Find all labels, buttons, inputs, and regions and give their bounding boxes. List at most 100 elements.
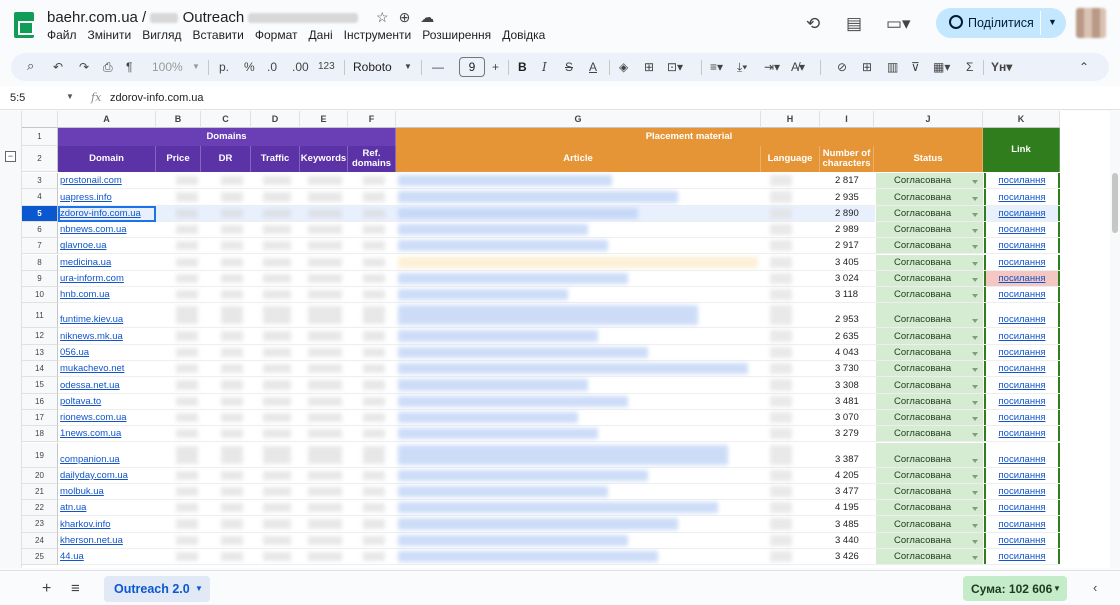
status-dropdown[interactable]: Согласована — [875, 483, 983, 500]
domain-link[interactable]: 056.ua — [58, 345, 156, 360]
chevron-down-icon[interactable]: ▼ — [195, 584, 203, 593]
chevron-down-icon[interactable] — [972, 245, 978, 250]
all-sheets-icon[interactable]: ≡ — [71, 580, 80, 597]
row-header[interactable]: 14 — [22, 361, 58, 378]
formula-input[interactable]: zdorov-info.com.ua — [110, 92, 204, 104]
text-rotation-icon[interactable]: A̸▾ — [791, 60, 805, 74]
font-select[interactable]: Roboto — [353, 60, 392, 74]
column-header[interactable]: K — [983, 111, 1060, 128]
name-box[interactable]: 5:5 — [10, 92, 25, 104]
decrease-decimal-button[interactable]: .0 — [267, 60, 277, 74]
traffic-header[interactable]: Traffic — [251, 146, 300, 172]
article-link[interactable]: посилання — [984, 287, 1060, 303]
chevron-down-icon[interactable]: ▼ — [404, 62, 412, 71]
row-header[interactable]: 21 — [22, 483, 58, 501]
row-header[interactable]: 8 — [22, 254, 58, 271]
row-header[interactable]: 20 — [22, 467, 58, 484]
chevron-down-icon[interactable] — [972, 351, 978, 356]
borders-icon[interactable]: ⊞ — [644, 60, 654, 74]
sheet-tab[interactable]: Outreach 2.0 ▼ — [104, 576, 210, 602]
insert-comment-icon[interactable]: ⊞ — [862, 60, 872, 74]
status-dropdown[interactable]: Согласована — [875, 409, 983, 426]
merge-cells-icon[interactable]: ⊡▾ — [667, 60, 683, 74]
increase-font-size-icon[interactable]: + — [492, 60, 499, 74]
row-header[interactable]: 6 — [22, 221, 58, 239]
domain-link[interactable]: kharkov.info — [58, 516, 156, 531]
paint-format-icon[interactable]: ¶ — [126, 60, 132, 74]
domain-link[interactable]: molbuk.ua — [58, 484, 156, 499]
domain-link[interactable]: funtime.kiev.ua — [58, 303, 156, 327]
row-header[interactable]: 7 — [22, 238, 58, 255]
spreadsheet-grid[interactable]: − ABCDEFGHIJK 1 2 Domains Placement mate… — [0, 111, 1110, 568]
domain-link[interactable]: atn.ua — [58, 500, 156, 515]
comments-icon[interactable]: ▤ — [846, 14, 862, 34]
column-header[interactable]: D — [251, 111, 300, 128]
dr-header[interactable]: DR — [201, 146, 251, 172]
italic-icon[interactable]: I — [542, 60, 547, 74]
article-link[interactable]: посилання — [984, 238, 1060, 254]
cloud-icon[interactable]: ☁ — [420, 9, 444, 25]
chevron-down-icon[interactable]: ▼ — [66, 92, 74, 101]
row-header[interactable]: 24 — [22, 532, 58, 549]
chevron-down-icon[interactable]: ▼ — [192, 62, 200, 71]
row-header[interactable]: 16 — [22, 393, 58, 410]
article-link[interactable]: посилання — [984, 500, 1060, 516]
chevron-down-icon[interactable] — [972, 294, 978, 299]
chevron-down-icon[interactable] — [972, 433, 978, 438]
collapse-toolbar-icon[interactable]: ⌃ — [1079, 60, 1089, 74]
sheets-logo-icon[interactable] — [14, 12, 34, 38]
chevron-down-icon[interactable]: ▼ — [1048, 17, 1057, 27]
decrease-font-size-icon[interactable]: — — [432, 60, 444, 74]
domain-link[interactable]: poltava.to — [58, 394, 156, 409]
row-header[interactable]: 3 — [22, 173, 58, 190]
status-dropdown[interactable]: Согласована — [875, 532, 983, 548]
text-wrapping-icon[interactable]: ⇥▾ — [764, 60, 780, 74]
column-header[interactable]: I — [820, 111, 874, 128]
article-link[interactable]: посилання — [984, 377, 1060, 393]
increase-decimal-button[interactable]: .00 — [292, 60, 309, 74]
redo-icon[interactable]: ↷ — [79, 60, 89, 74]
language-header[interactable]: Language — [761, 146, 820, 172]
chevron-down-icon[interactable] — [972, 556, 978, 561]
status-dropdown[interactable]: Согласована — [875, 238, 983, 254]
domain-link[interactable]: niknews.mk.ua — [58, 328, 156, 343]
input-tools-icon[interactable]: Yн▾ — [991, 60, 1012, 74]
chevron-down-icon[interactable] — [972, 417, 978, 422]
row-header[interactable]: 13 — [22, 344, 58, 361]
column-header[interactable]: G — [396, 111, 761, 128]
status-dropdown[interactable]: Согласована — [875, 303, 983, 328]
row-header[interactable]: 2 — [22, 146, 58, 172]
row-header[interactable]: 22 — [22, 500, 58, 517]
vertical-scrollbar[interactable] — [1110, 111, 1120, 568]
column-header[interactable]: C — [201, 111, 251, 128]
status-dropdown[interactable]: Согласована — [875, 254, 983, 270]
domain-link[interactable]: companion.ua — [58, 443, 156, 467]
bold-icon[interactable]: B — [518, 60, 527, 74]
chevron-down-icon[interactable] — [972, 474, 978, 479]
status-dropdown[interactable]: Согласована — [875, 270, 983, 287]
domain-link[interactable]: medicina.ua — [58, 255, 156, 270]
menu-tools[interactable]: Інструменти — [344, 28, 412, 42]
article-link[interactable]: посилання — [984, 270, 1060, 287]
domain-link[interactable]: glavnoe.ua — [58, 238, 156, 253]
currency-format-button[interactable]: р. — [219, 60, 229, 74]
status-dropdown[interactable]: Согласована — [875, 377, 983, 393]
domain-link[interactable]: rionews.com.ua — [58, 410, 156, 425]
chevron-down-icon[interactable] — [972, 278, 978, 283]
strikethrough-icon[interactable]: S — [565, 60, 573, 74]
status-dropdown[interactable]: Согласована — [875, 500, 983, 516]
status-dropdown[interactable]: Согласована — [875, 287, 983, 303]
chevron-down-icon[interactable] — [972, 180, 978, 185]
filter-views-icon[interactable]: ▦▾ — [933, 60, 950, 74]
domain-header[interactable]: Domain — [58, 146, 156, 172]
menu-help[interactable]: Довідка — [502, 28, 545, 42]
menu-extensions[interactable]: Розширення — [422, 28, 491, 42]
chevron-down-icon[interactable] — [972, 458, 978, 463]
star-icon[interactable]: ☆ — [376, 9, 399, 25]
column-header[interactable]: B — [156, 111, 201, 128]
print-icon[interactable]: ⎙ — [103, 60, 113, 75]
chevron-down-icon[interactable] — [972, 491, 978, 496]
placement-group-header[interactable]: Placement material — [396, 128, 983, 146]
menu-edit[interactable]: Змінити — [88, 28, 132, 42]
status-dropdown[interactable]: Согласована — [875, 361, 983, 377]
